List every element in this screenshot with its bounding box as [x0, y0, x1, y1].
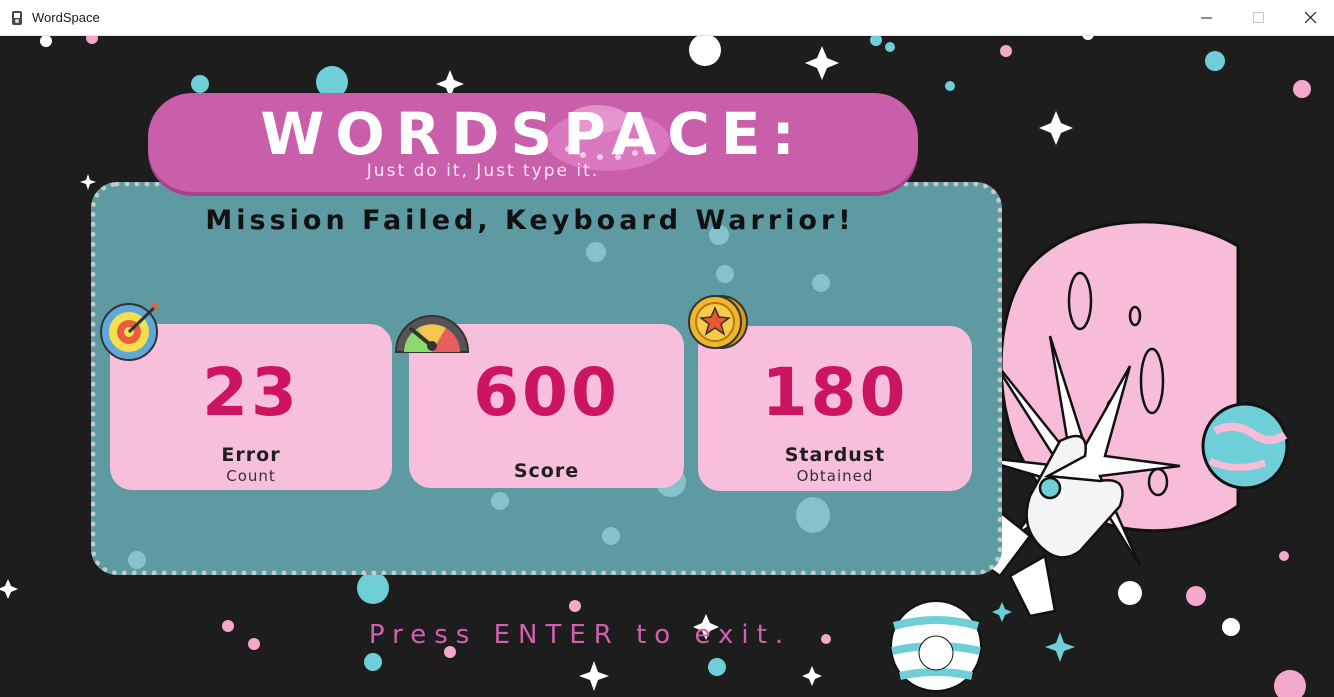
error-count-label: Error: [221, 444, 281, 466]
star-coin-icon: [688, 295, 748, 349]
stardust-sublabel: Obtained: [796, 467, 874, 485]
close-button[interactable]: [1287, 0, 1334, 36]
window-titlebar: WordSpace: [0, 0, 1334, 36]
game-logo: WORDSPACE: Just do it, Just type it.: [148, 93, 918, 192]
speedometer-icon: [394, 315, 470, 353]
app-icon: [10, 10, 24, 26]
minimize-button[interactable]: [1183, 0, 1231, 36]
exit-prompt: Press ENTER to exit.: [368, 620, 792, 650]
score-value: 600: [473, 354, 620, 431]
window-title: WordSpace: [32, 10, 100, 25]
score-label: Score: [513, 460, 580, 482]
minimize-icon: [1201, 17, 1212, 19]
maximize-button[interactable]: [1235, 0, 1283, 36]
logo-title: WORDSPACE:: [260, 100, 806, 168]
logo-tagline: Just do it, Just type it.: [366, 161, 600, 181]
error-count-sublabel: Count: [226, 467, 276, 485]
target-icon: [100, 302, 158, 361]
close-icon: [1305, 12, 1317, 24]
result-headline: Mission Failed, Keyboard Warrior!: [205, 205, 855, 236]
small-blue-planet-icon: [1201, 402, 1289, 490]
stardust-value: 180: [761, 354, 909, 431]
striped-planet-icon: [890, 600, 982, 692]
maximize-icon: [1253, 12, 1264, 23]
game-screen[interactable]: WORDSPACE: Just do it, Just type it. Mis…: [0, 36, 1334, 697]
stardust-label: Stardust: [784, 444, 886, 466]
error-count-value: 23: [202, 354, 300, 431]
